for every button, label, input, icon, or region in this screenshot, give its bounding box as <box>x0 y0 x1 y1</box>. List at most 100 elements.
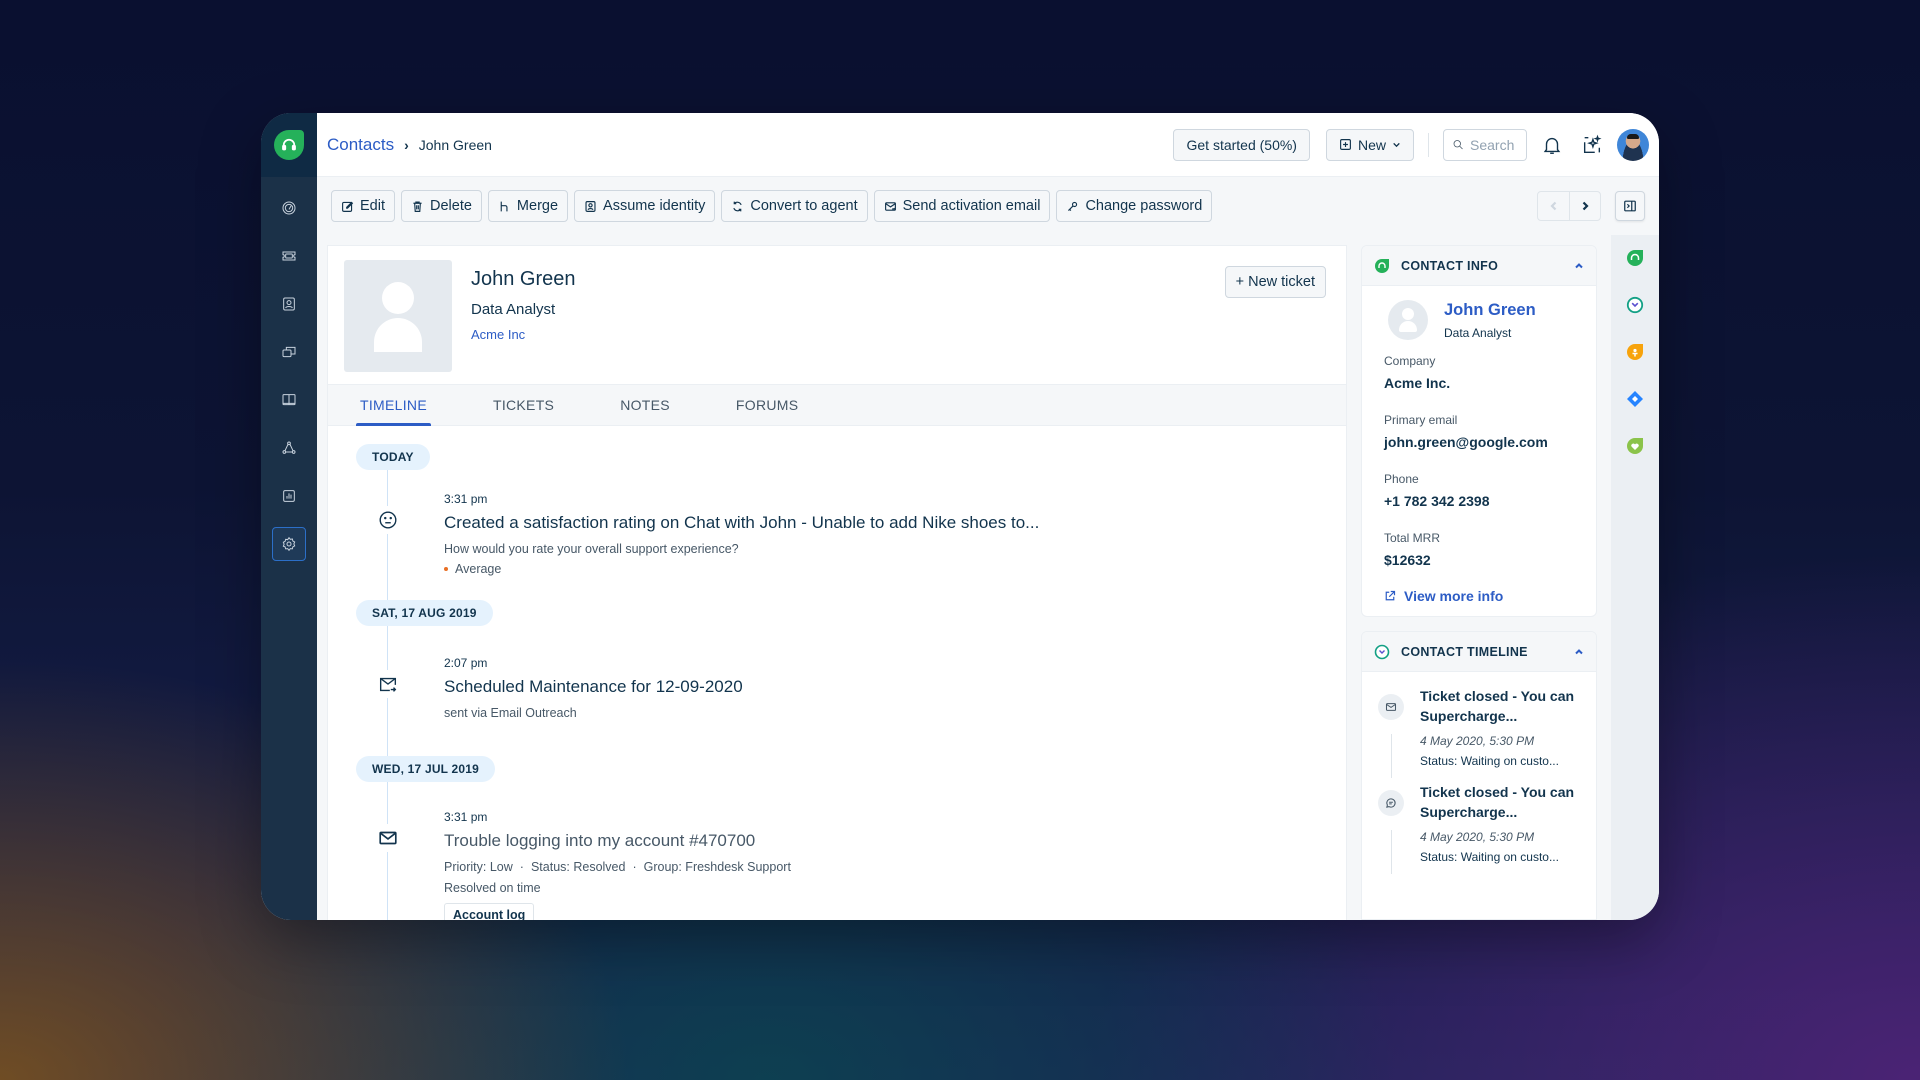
identity-icon <box>585 200 596 212</box>
tab-tickets[interactable]: TICKETS <box>489 385 558 425</box>
timeline-date-group: SAT, 17 AUG 2019 2:07 pm Scheduled Maint… <box>356 600 1318 720</box>
contact-actions-toolbar: Edit Delete Merge Assume identity Conver… <box>317 177 1659 235</box>
profile-info: John Green Data Analyst Acme Inc <box>471 260 576 370</box>
contact-timeline-item[interactable]: Ticket closed - You can Supercharge... 4… <box>1376 782 1580 878</box>
convert-to-agent-button[interactable]: Convert to agent <box>721 190 868 222</box>
contact-info-header[interactable]: CONTACT INFO <box>1362 246 1596 286</box>
merge-icon <box>500 201 508 211</box>
contact-job-title: Data Analyst <box>471 301 556 318</box>
chat-icon <box>1378 790 1404 816</box>
merge-button-label: Merge <box>516 198 559 214</box>
event-time: 3:31 pm <box>444 810 488 824</box>
notifications-button[interactable] <box>1537 130 1567 160</box>
nav-item-admin[interactable] <box>272 527 306 561</box>
tab-timeline[interactable]: TIMELINE <box>356 385 431 426</box>
chevron-up-icon[interactable] <box>1574 261 1584 271</box>
contact-tabs: TIMELINE TICKETS NOTES FORUMS <box>328 384 1346 426</box>
view-more-info-link[interactable]: View more info <box>1384 588 1574 604</box>
nav-item-tickets[interactable] <box>272 239 306 273</box>
chevron-up-icon[interactable] <box>1574 647 1584 657</box>
previous-record-button[interactable] <box>1538 192 1569 220</box>
nav-item-contacts[interactable] <box>272 287 306 321</box>
account-log-button[interactable]: Account log <box>444 903 535 920</box>
date-pill: SAT, 17 AUG 2019 <box>356 600 493 626</box>
field-phone: Phone +1 782 342 2398 <box>1384 472 1574 509</box>
nav-item-social[interactable] <box>272 431 306 465</box>
timeline-app-icon[interactable] <box>1626 296 1644 314</box>
contact-info-name-link[interactable]: John Green <box>1444 301 1536 320</box>
search-input[interactable] <box>1470 136 1518 153</box>
next-record-button[interactable] <box>1569 192 1600 220</box>
contact-timeline-card: CONTACT TIMELINE Ticket closed - You can… <box>1361 631 1597 920</box>
timeline-item-date: 4 May 2020, 5:30 PM <box>1420 734 1535 748</box>
assume-identity-button[interactable]: Assume identity <box>574 190 716 222</box>
new-ticket-button[interactable]: + New ticket <box>1224 266 1326 298</box>
ai-assist-button[interactable] <box>1577 130 1607 160</box>
event-time: 3:31 pm <box>444 492 488 506</box>
contact-timeline-header[interactable]: CONTACT TIMELINE <box>1362 632 1596 672</box>
merge-button[interactable]: Merge <box>487 190 569 222</box>
change-password-button[interactable]: Change password <box>1056 190 1213 222</box>
contact-details-card: John Green Data Analyst Acme Inc + New t… <box>327 245 1347 920</box>
contact-company-link[interactable]: Acme Inc <box>471 327 576 342</box>
edit-button[interactable]: Edit <box>331 190 395 222</box>
book-icon <box>282 394 296 406</box>
contact-profile-header: John Green Data Analyst Acme Inc + New t… <box>328 246 1346 384</box>
edit-icon <box>342 201 354 212</box>
ticket-group: Group: Freshdesk Support <box>643 860 791 874</box>
event-title-link[interactable]: Created a satisfaction rating on Chat wi… <box>444 513 1318 533</box>
contact-info-card: CONTACT INFO John Green Data Analyst Com… <box>1361 245 1597 617</box>
send-activation-email-button[interactable]: Send activation email <box>873 190 1051 222</box>
freshmarketer-app-icon[interactable] <box>1626 437 1644 455</box>
contact-info-title: CONTACT INFO <box>1401 258 1499 273</box>
contact-card-icon <box>283 297 295 311</box>
field-label: Primary email <box>1384 413 1458 427</box>
email-icon <box>376 824 400 852</box>
tab-notes[interactable]: NOTES <box>616 385 674 425</box>
freshcaller-app-icon[interactable] <box>1626 343 1644 361</box>
timeline-event: 3:31 pm Trouble logging into my account … <box>356 810 1318 920</box>
breadcrumb-separator-icon: › <box>404 136 409 153</box>
resolution-status: Resolved on time <box>444 881 541 895</box>
jira-app-icon[interactable] <box>1626 390 1644 408</box>
contact-timeline-item[interactable]: Ticket closed - You can Supercharge... 4… <box>1376 686 1580 782</box>
user-avatar[interactable] <box>1617 128 1649 161</box>
timeline-item-title: Ticket closed - You can Supercharge... <box>1420 784 1575 820</box>
search-box[interactable] <box>1443 128 1527 161</box>
nav-item-reports[interactable] <box>272 479 306 513</box>
freshdesk-logo-icon[interactable] <box>274 130 304 160</box>
record-pager <box>1537 191 1601 221</box>
new-button[interactable]: New <box>1325 128 1414 161</box>
nav-item-dashboard[interactable] <box>272 191 306 225</box>
rating-dot-icon <box>444 567 448 571</box>
meta-separator: · <box>519 860 524 874</box>
nav-item-solutions[interactable] <box>272 383 306 417</box>
plus-square-icon <box>1340 139 1351 150</box>
field-label: Phone <box>1384 472 1419 486</box>
nav-item-discussions[interactable] <box>272 335 306 369</box>
event-title-link[interactable]: Trouble logging into my account #470700 <box>444 831 1318 851</box>
header-actions: Get started (50%) New <box>1173 128 1649 161</box>
freshdesk-app-icon[interactable] <box>1626 249 1644 267</box>
field-value: +1 782 342 2398 <box>1384 493 1490 509</box>
get-started-button[interactable]: Get started (50%) <box>1173 128 1310 161</box>
date-pill: WED, 17 JUL 2019 <box>356 756 496 782</box>
breadcrumb: Contacts › John Green <box>327 135 492 155</box>
event-description: sent via Email Outreach <box>444 706 577 720</box>
toggle-side-panel-button[interactable] <box>1615 191 1645 221</box>
chevron-down-icon <box>1393 142 1400 148</box>
contact-name: John Green <box>471 268 576 290</box>
field-company: Company Acme Inc. <box>1384 354 1574 391</box>
chat-boxes-icon <box>282 346 296 358</box>
breadcrumb-contacts-link[interactable]: Contacts <box>327 135 394 155</box>
send-activation-email-button-label: Send activation email <box>902 198 1041 214</box>
trash-icon <box>413 200 422 212</box>
contact-avatar-small <box>1388 300 1428 340</box>
event-title-link[interactable]: Scheduled Maintenance for 12-09-2020 <box>444 677 1318 697</box>
timeline-date-group: WED, 17 JUL 2019 3:31 pm Trouble logging… <box>356 756 1318 920</box>
new-button-label: New <box>1357 136 1386 153</box>
timeline-item-title: Ticket closed - You can Supercharge... <box>1420 688 1575 724</box>
tab-forums[interactable]: FORUMS <box>732 385 802 425</box>
timeline-item-date: 4 May 2020, 5:30 PM <box>1420 830 1535 844</box>
delete-button[interactable]: Delete <box>401 190 482 222</box>
